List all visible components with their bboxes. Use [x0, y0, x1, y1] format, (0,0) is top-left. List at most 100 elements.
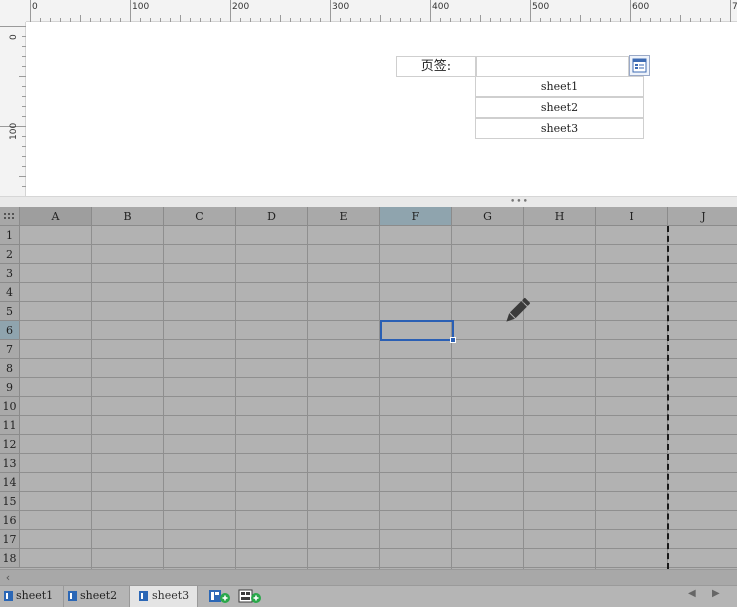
- column-header-f[interactable]: F: [380, 207, 452, 226]
- ruler-tick: [110, 18, 111, 22]
- selected-cell-f6[interactable]: [380, 320, 454, 341]
- sheet-button-3[interactable]: sheet3: [475, 118, 644, 139]
- sheet-button-1[interactable]: sheet1: [475, 76, 644, 97]
- ruler-tick: [720, 18, 721, 22]
- column-header-a[interactable]: A: [20, 207, 92, 226]
- column-header-e[interactable]: E: [308, 207, 380, 226]
- ruler-tick: [300, 18, 301, 22]
- ruler-tick: [460, 18, 461, 22]
- ruler-tick: [440, 18, 441, 22]
- grid-row-line: [20, 453, 737, 454]
- add-dashboard-sheet-icon[interactable]: [238, 589, 262, 604]
- ruler-tick: [160, 18, 161, 22]
- ruler-label: 100: [9, 122, 19, 140]
- grid-col-line: [595, 226, 596, 569]
- grid-row-line: [20, 320, 737, 321]
- ruler-tick: [170, 18, 171, 22]
- ruler-tick: [150, 18, 151, 22]
- tab-sheet2[interactable]: sheet2: [64, 586, 130, 607]
- report-designer: 0 100 200 300 400 500 600 70 0 100 页签: sheet1 sh…: [0, 0, 737, 607]
- row-header-4[interactable]: 4: [0, 283, 20, 302]
- ruler-tick: [620, 18, 621, 22]
- ruler-tick: [22, 46, 26, 47]
- row-header-9[interactable]: 9: [0, 378, 20, 397]
- ruler-tick: [520, 18, 521, 22]
- ruler-tick: [410, 18, 411, 22]
- scroll-left-icon[interactable]: ‹: [1, 571, 15, 584]
- ruler-tick: [660, 18, 661, 22]
- ruler-tick: [210, 18, 211, 22]
- grid-col-line: [235, 226, 236, 569]
- spreadsheet-grid[interactable]: A B C D E F G H I J 1 2 3 4 5 6 7 8 9 10 11 12 13 14 15 16 17 18: [0, 207, 737, 569]
- ruler-tick: [22, 106, 26, 107]
- tab-scroll-right-icon[interactable]: ▶: [712, 588, 720, 599]
- fill-handle[interactable]: [450, 337, 456, 343]
- column-header-i[interactable]: I: [596, 207, 668, 226]
- splitter-grip-icon[interactable]: •••: [510, 198, 529, 207]
- row-header-8[interactable]: 8: [0, 359, 20, 378]
- ruler-label: 500: [532, 2, 550, 12]
- row-header-12[interactable]: 12: [0, 435, 20, 454]
- row-header-18[interactable]: 18: [0, 549, 20, 568]
- design-canvas[interactable]: 0 100 200 300 400 500 600 70 0 100 页签: sheet1 sh…: [0, 0, 737, 196]
- row-header-5[interactable]: 5: [0, 302, 20, 321]
- ruler-tick: [240, 18, 241, 22]
- grid-row-line: [20, 244, 737, 245]
- ruler-tick: [80, 15, 81, 22]
- row-header-10[interactable]: 10: [0, 397, 20, 416]
- row-header-3[interactable]: 3: [0, 264, 20, 283]
- ruler-tick: [19, 176, 26, 177]
- row-header-1[interactable]: 1: [0, 226, 20, 245]
- row-header-11[interactable]: 11: [0, 416, 20, 435]
- ruler-tick: [22, 36, 26, 37]
- grid-row-line: [20, 415, 737, 416]
- page-break-line: [667, 226, 669, 569]
- ruler-tick: [530, 0, 531, 22]
- grid-row-line: [20, 529, 737, 530]
- column-header-j[interactable]: J: [668, 207, 737, 226]
- row-header-2[interactable]: 2: [0, 245, 20, 264]
- grid-row-line: [20, 282, 737, 283]
- row-header-17[interactable]: 17: [0, 530, 20, 549]
- row-header-6[interactable]: 6: [0, 321, 20, 340]
- sheet-icon: [68, 591, 77, 601]
- column-header-c[interactable]: C: [164, 207, 236, 226]
- page-tab-input[interactable]: [476, 56, 629, 77]
- grid-row-line: [20, 263, 737, 264]
- column-header-h[interactable]: H: [524, 207, 596, 226]
- tab-scroll-left-icon[interactable]: ◀: [688, 588, 696, 599]
- ruler-tick: [40, 18, 41, 22]
- grid-row-line: [20, 434, 737, 435]
- pane-splitter[interactable]: •••: [0, 196, 737, 207]
- ruler-tick: [500, 18, 501, 22]
- row-header-16[interactable]: 16: [0, 511, 20, 530]
- ruler-tick: [310, 18, 311, 22]
- row-header-14[interactable]: 14: [0, 473, 20, 492]
- tab-sheet1[interactable]: sheet1: [0, 586, 64, 607]
- row-header-13[interactable]: 13: [0, 454, 20, 473]
- ruler-tick: [30, 0, 31, 22]
- row-header-15[interactable]: 15: [0, 492, 20, 511]
- sheet-button-2[interactable]: sheet2: [475, 97, 644, 118]
- ruler-tick: [710, 18, 711, 22]
- ruler-tick: [50, 18, 51, 22]
- column-header-d[interactable]: D: [236, 207, 308, 226]
- ruler-tick: [22, 156, 26, 157]
- select-all-corner[interactable]: [0, 207, 20, 226]
- tab-sheet3[interactable]: sheet3: [130, 586, 198, 607]
- table-picker-icon[interactable]: [629, 55, 650, 76]
- grid-row-line: [20, 301, 737, 302]
- grid-row-line: [20, 396, 737, 397]
- ruler-tick: [230, 0, 231, 22]
- ruler-tick: [60, 18, 61, 22]
- horizontal-scrollbar[interactable]: ‹: [0, 569, 737, 585]
- ruler-tick: [180, 15, 181, 22]
- add-report-sheet-icon[interactable]: [208, 589, 232, 604]
- tab-label: sheet1: [16, 589, 54, 602]
- ruler-tick: [400, 18, 401, 22]
- ruler-tick: [360, 18, 361, 22]
- column-header-b[interactable]: B: [92, 207, 164, 226]
- ruler-tick: [190, 18, 191, 22]
- column-header-g[interactable]: G: [452, 207, 524, 226]
- row-header-7[interactable]: 7: [0, 340, 20, 359]
